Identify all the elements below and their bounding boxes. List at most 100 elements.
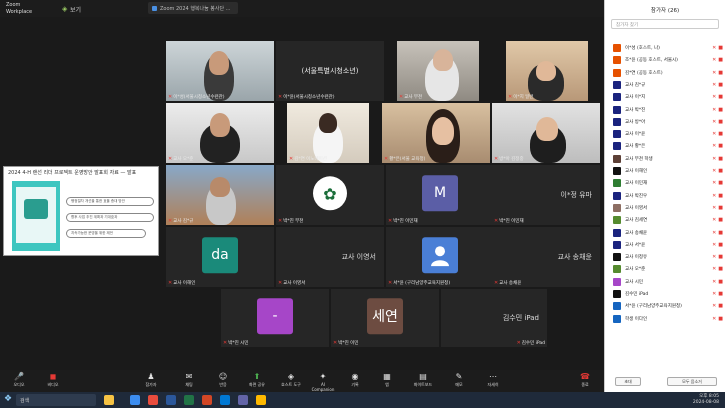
video-off-icon[interactable]: ■ — [718, 291, 723, 297]
participant-row[interactable]: 교사 김*규 ✕ ■ — [613, 79, 723, 91]
apps-button[interactable]: ▦ 앱 — [374, 372, 400, 388]
mic-muted-icon[interactable]: ✕ — [712, 131, 716, 137]
video-off-icon[interactable]: ■ — [718, 217, 723, 223]
participant-row[interactable]: 교사 이영서 ✕ ■ — [613, 202, 723, 214]
whiteboard-button[interactable]: ▤ 화이트보드 — [410, 372, 436, 388]
video-tile[interactable]: ✿ ✕ 박*진 부천 — [276, 165, 384, 225]
mic-muted-icon[interactable]: ✕ — [712, 217, 716, 223]
end-meeting-button[interactable]: ☎ 종료 — [572, 372, 598, 388]
video-tile[interactable]: ✕ 교사 오*준 — [166, 103, 274, 163]
mic-muted-icon[interactable]: ✕ — [712, 230, 716, 236]
video-button[interactable]: ◼ 비디오 — [40, 372, 66, 388]
mic-muted-icon[interactable]: ✕ — [712, 82, 716, 88]
video-tile[interactable]: 세연 ✕ 박*진 이민 — [331, 289, 439, 347]
more-button[interactable]: ⋯ 자세히 — [480, 372, 506, 388]
mic-muted-icon[interactable]: ✕ — [712, 94, 716, 100]
participant-row[interactable]: 서*윤 (구리남양주교육지원청) ✕ ■ — [613, 300, 723, 312]
video-off-icon[interactable]: ■ — [718, 119, 723, 125]
video-tile[interactable]: ✕ 황*은(서울 교육청) — [382, 103, 490, 163]
taskbar-search-input[interactable]: 검색 — [16, 394, 96, 406]
participant-row[interactable]: 교사 황*은 ✕ ■ — [613, 140, 723, 152]
chat-button[interactable]: ✉ 채팅 — [176, 372, 202, 388]
video-tile[interactable]: ✕ 김*연 이노베이션 — [287, 103, 369, 163]
video-off-icon[interactable]: ■ — [718, 230, 723, 236]
participant-row[interactable]: 교사 김세연 ✕ ■ — [613, 214, 723, 226]
meeting-title-tab[interactable]: Zoom 2024 행복나눔 봉사단 ... — [148, 2, 238, 14]
mic-muted-icon[interactable]: ✕ — [712, 119, 716, 125]
video-tile[interactable]: ✕ 이*지 일반 — [506, 41, 588, 101]
video-off-icon[interactable]: ■ — [718, 193, 723, 199]
notes-button[interactable]: ✎ 메모 — [446, 372, 472, 388]
participant-row[interactable]: 교사 방*아 ✕ ■ — [613, 116, 723, 128]
shared-screen-thumbnail[interactable]: 2024 4-H 랜선 리더 프로젝트 운영방안 발표회 자료 — 발표 행정절… — [3, 166, 159, 256]
participant-row[interactable]: 교사 이*윤 ✕ ■ — [613, 128, 723, 140]
invite-button[interactable]: 초대 — [615, 377, 641, 386]
shield-icon[interactable]: ◈ — [62, 5, 67, 13]
mic-muted-icon[interactable]: ✕ — [712, 57, 716, 63]
mute-all-button[interactable]: 모두 음소거 — [667, 377, 717, 386]
mic-muted-icon[interactable]: ✕ — [712, 156, 716, 162]
video-off-icon[interactable]: ■ — [718, 205, 723, 211]
video-off-icon[interactable]: ■ — [718, 303, 723, 309]
mic-muted-icon[interactable]: ✕ — [712, 168, 716, 174]
mic-muted-icon[interactable]: ✕ — [712, 180, 716, 186]
video-off-icon[interactable]: ■ — [718, 70, 723, 76]
video-tile[interactable]: ✕ 교사 부천 — [397, 41, 479, 101]
video-off-icon[interactable]: ■ — [718, 57, 723, 63]
video-off-icon[interactable]: ■ — [718, 266, 723, 272]
host-tools-button[interactable]: ◈ 호스트 도구 — [278, 372, 304, 388]
mic-muted-icon[interactable]: ✕ — [712, 316, 716, 322]
video-off-icon[interactable]: ■ — [718, 143, 723, 149]
video-off-icon[interactable]: ■ — [718, 45, 723, 51]
video-tile[interactable]: ✕ 서*윤 (구리남양주교육지원청) — [386, 227, 494, 287]
video-off-icon[interactable]: ■ — [718, 180, 723, 186]
participant-row[interactable]: 조*윤 (공동 호스트, 서울시) ✕ ■ — [613, 54, 723, 66]
participant-row[interactable]: 교사 이정유 ✕ ■ — [613, 251, 723, 263]
participant-row[interactable]: 학생 이다인 ✕ ■ — [613, 313, 723, 325]
video-off-icon[interactable]: ■ — [718, 94, 723, 100]
kakaotalk-icon[interactable] — [256, 395, 266, 405]
participant-row[interactable]: 교사 부천 학생 ✕ ■ — [613, 153, 723, 165]
mic-muted-icon[interactable]: ✕ — [712, 45, 716, 51]
participant-row[interactable]: 김수민 iPad ✕ ■ — [613, 288, 723, 300]
video-tile[interactable]: ✕ 방*아 김정중 — [492, 103, 600, 163]
video-off-icon[interactable]: ■ — [718, 82, 723, 88]
video-off-icon[interactable]: ■ — [718, 316, 723, 322]
video-off-icon[interactable]: ■ — [718, 279, 723, 285]
video-tile[interactable]: 김수민 iPad ✕ 김수민 iPad — [441, 289, 547, 347]
video-tile[interactable]: - ✕ 박*진 시민 — [221, 289, 329, 347]
mic-muted-icon[interactable]: ✕ — [712, 303, 716, 309]
video-off-icon[interactable]: ■ — [718, 242, 723, 248]
mic-muted-icon[interactable]: ✕ — [712, 254, 716, 260]
mic-muted-icon[interactable]: ✕ — [712, 266, 716, 272]
windows-start-icon[interactable]: ❖ — [4, 395, 13, 404]
video-tile[interactable]: ✕ 교사 김*규 — [166, 165, 274, 225]
ai-companion-button[interactable]: ✦ AI Companion — [310, 372, 336, 392]
zoom-taskbar-icon[interactable] — [220, 395, 230, 405]
video-off-icon[interactable]: ■ — [718, 107, 723, 113]
video-off-icon[interactable]: ■ — [718, 168, 723, 174]
file-explorer-icon[interactable] — [104, 395, 114, 405]
participant-row[interactable]: 김*연 (공동 호스트) ✕ ■ — [613, 67, 723, 79]
video-off-icon[interactable]: ■ — [718, 254, 723, 260]
video-off-icon[interactable]: ■ — [718, 156, 723, 162]
video-tile[interactable]: M ✕ 박*진 이민재 — [386, 165, 494, 225]
word-icon[interactable] — [166, 395, 176, 405]
participant-row[interactable]: 교사 송채윤 ✕ ■ — [613, 227, 723, 239]
teams-icon[interactable] — [238, 395, 248, 405]
chrome-icon[interactable] — [148, 395, 158, 405]
mic-muted-icon[interactable]: ✕ — [712, 70, 716, 76]
video-tile[interactable]: da ✕ 교사 이해인 — [166, 227, 274, 287]
audio-button[interactable]: 🎤 오디오 — [6, 372, 32, 388]
participant-row[interactable]: 교사 시민 ✕ ■ — [613, 276, 723, 288]
reactions-button[interactable]: ☺ 반응 — [210, 372, 236, 388]
participant-row[interactable]: 이*성 (호스트, 나) ✕ ■ — [613, 42, 723, 54]
participant-row[interactable]: 교사 서*윤 ✕ ■ — [613, 239, 723, 251]
video-tile[interactable]: 교사 이영서 ✕ 교사 이영서 — [276, 227, 384, 287]
video-tile[interactable]: 교사 송채윤 ✕ 교사 송채윤 — [492, 227, 600, 287]
record-button[interactable]: ◉ 기록 — [342, 372, 368, 388]
mic-muted-icon[interactable]: ✕ — [712, 143, 716, 149]
edge-icon[interactable] — [130, 395, 140, 405]
participant-row[interactable]: 교사 이민재 ✕ ■ — [613, 177, 723, 189]
powerpoint-icon[interactable] — [202, 395, 212, 405]
